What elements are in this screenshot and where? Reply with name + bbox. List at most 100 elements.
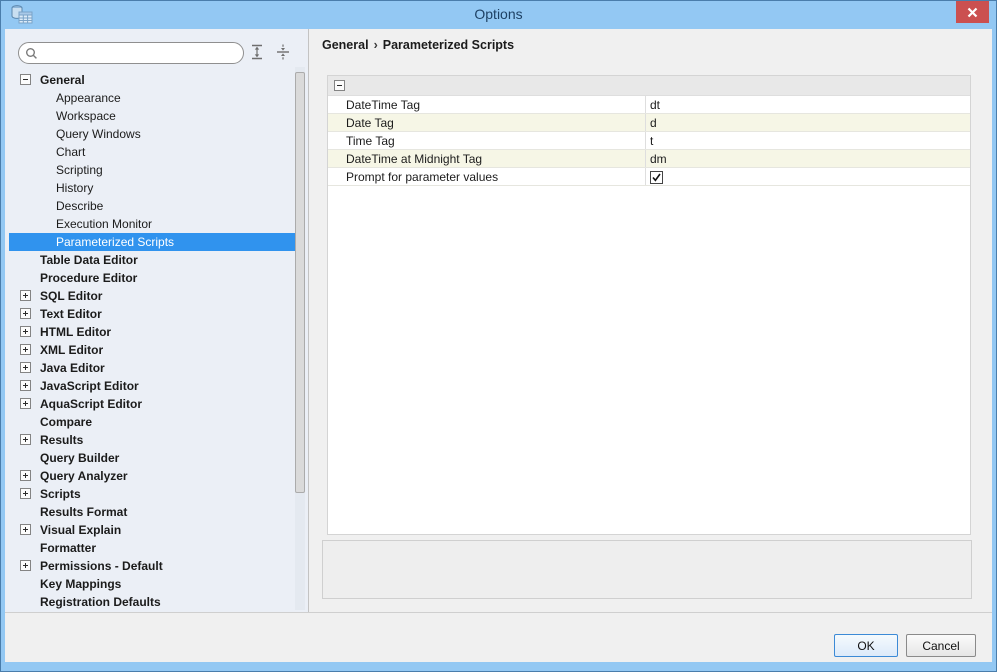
property-value[interactable]: dt bbox=[646, 96, 970, 113]
tree-item-scripts[interactable]: Scripts bbox=[9, 485, 296, 503]
breadcrumb-item: Parameterized Scripts bbox=[382, 38, 515, 52]
tree-item-formatter[interactable]: Formatter bbox=[9, 539, 296, 557]
minus-expander-icon[interactable] bbox=[334, 80, 345, 91]
tree-item-describe[interactable]: Describe bbox=[9, 197, 296, 215]
property-name: Time Tag bbox=[328, 132, 646, 149]
tree-item-label: Appearance bbox=[56, 91, 121, 105]
tree-item-results[interactable]: Results bbox=[9, 431, 296, 449]
plus-expander-icon[interactable] bbox=[20, 308, 31, 319]
tree-item-label: Text Editor bbox=[40, 307, 102, 321]
tree-item-query-windows[interactable]: Query Windows bbox=[9, 125, 296, 143]
cancel-button[interactable]: Cancel bbox=[906, 634, 976, 657]
tree-item-label: SQL Editor bbox=[40, 289, 103, 303]
tree-item-text-editor[interactable]: Text Editor bbox=[9, 305, 296, 323]
tree-item-label: Formatter bbox=[40, 541, 97, 555]
table-row: DateTime at Midnight Tag dm bbox=[328, 150, 970, 168]
collapse-all-icon[interactable] bbox=[274, 43, 292, 61]
tree-item-execution-monitor[interactable]: Execution Monitor bbox=[9, 215, 296, 233]
plus-expander-icon[interactable] bbox=[20, 362, 31, 373]
plus-expander-icon[interactable] bbox=[20, 488, 31, 499]
plus-expander-icon[interactable] bbox=[20, 398, 31, 409]
plus-expander-icon[interactable] bbox=[20, 290, 31, 301]
tree-item-label: Parameterized Scripts bbox=[56, 235, 175, 249]
tree-item-general[interactable]: General bbox=[9, 71, 296, 89]
tree-item-label: General bbox=[40, 73, 85, 87]
options-content: General › Parameterized Scripts DateTime T… bbox=[310, 29, 992, 612]
tree-item-appearance[interactable]: Appearance bbox=[9, 89, 296, 107]
minus-expander-icon[interactable] bbox=[20, 74, 31, 85]
tree-item-label: Visual Explain bbox=[40, 523, 122, 537]
plus-expander-icon[interactable] bbox=[20, 560, 31, 571]
property-value[interactable]: d bbox=[646, 114, 970, 131]
plus-expander-icon[interactable] bbox=[20, 470, 31, 481]
tree-item-permissions-default[interactable]: Permissions - Default bbox=[9, 557, 296, 575]
tree-item-xml-editor[interactable]: XML Editor bbox=[9, 341, 296, 359]
plus-expander-icon[interactable] bbox=[20, 434, 31, 445]
property-value[interactable]: dm bbox=[646, 150, 970, 167]
options-sidebar: General Appearance Workspace Query Windows C… bbox=[5, 29, 309, 612]
dialog-footer: OK Cancel bbox=[5, 612, 992, 662]
property-group-header bbox=[328, 76, 970, 96]
tree-item-registration-defaults[interactable]: Registration Defaults bbox=[9, 593, 296, 611]
tree-item-label: Workspace bbox=[56, 109, 116, 123]
tree-item-label: Query Windows bbox=[56, 127, 141, 141]
search-input[interactable] bbox=[43, 45, 233, 61]
tree-item-label: Compare bbox=[40, 415, 93, 429]
tree-item-visual-explain[interactable]: Visual Explain bbox=[9, 521, 296, 539]
tree-item-html-editor[interactable]: HTML Editor bbox=[9, 323, 296, 341]
tree-item-parameterized-scripts[interactable]: Parameterized Scripts bbox=[9, 233, 296, 251]
property-rows: DateTime Tag dt Date Tag d Time Tag t DateTime… bbox=[328, 96, 970, 186]
tree-item-java-editor[interactable]: Java Editor bbox=[9, 359, 296, 377]
prompt-checkbox[interactable] bbox=[650, 170, 663, 184]
tree-item-key-mappings[interactable]: Key Mappings bbox=[9, 575, 296, 593]
title-bar[interactable]: Options bbox=[1, 1, 996, 29]
tree-item-chart[interactable]: Chart bbox=[9, 143, 296, 161]
table-row: Date Tag d bbox=[328, 114, 970, 132]
ok-button[interactable]: OK bbox=[834, 634, 898, 657]
property-name: Prompt for parameter values bbox=[328, 168, 646, 185]
options-tree: General Appearance Workspace Query Windows C… bbox=[5, 71, 308, 612]
expand-all-icon[interactable] bbox=[248, 43, 266, 61]
tree-item-aquascript-editor[interactable]: AquaScript Editor bbox=[9, 395, 296, 413]
tree-item-workspace[interactable]: Workspace bbox=[9, 107, 296, 125]
property-name: DateTime Tag bbox=[328, 96, 646, 113]
tree-item-label: HTML Editor bbox=[40, 325, 112, 339]
table-row: Prompt for parameter values bbox=[328, 168, 970, 186]
tree-item-label: Results Format bbox=[40, 505, 128, 519]
tree-item-label: Table Data Editor bbox=[40, 253, 138, 267]
tree-item-label: Java Editor bbox=[40, 361, 105, 375]
plus-expander-icon[interactable] bbox=[20, 344, 31, 355]
breadcrumb-separator: › bbox=[373, 38, 378, 52]
tree-item-sql-editor[interactable]: SQL Editor bbox=[9, 287, 296, 305]
tree-item-query-analyzer[interactable]: Query Analyzer bbox=[9, 467, 296, 485]
plus-expander-icon[interactable] bbox=[20, 524, 31, 535]
property-grid: DateTime Tag dt Date Tag d Time Tag t DateTime… bbox=[327, 75, 971, 535]
dialog-body: General Appearance Workspace Query Windows C… bbox=[5, 29, 992, 662]
options-dialog: Options General Appearance Workspace Que… bbox=[0, 0, 997, 672]
tree-item-table-data-editor[interactable]: Table Data Editor bbox=[9, 251, 296, 269]
plus-expander-icon[interactable] bbox=[20, 380, 31, 391]
plus-expander-icon[interactable] bbox=[20, 326, 31, 337]
tree-item-label: JavaScript Editor bbox=[40, 379, 139, 393]
tree-item-compare[interactable]: Compare bbox=[9, 413, 296, 431]
tree-item-label: Describe bbox=[56, 199, 104, 213]
scrollbar-thumb[interactable] bbox=[295, 72, 305, 493]
tree-item-label: Scripts bbox=[40, 487, 81, 501]
tree-item-procedure-editor[interactable]: Procedure Editor bbox=[9, 269, 296, 287]
tree-item-results-format[interactable]: Results Format bbox=[9, 503, 296, 521]
search-icon bbox=[25, 47, 38, 65]
tree-item-scripting[interactable]: Scripting bbox=[9, 161, 296, 179]
property-value[interactable] bbox=[646, 168, 970, 185]
close-button[interactable] bbox=[956, 1, 989, 23]
tree-item-label: Procedure Editor bbox=[40, 271, 138, 285]
tree-item-javascript-editor[interactable]: JavaScript Editor bbox=[9, 377, 296, 395]
tree-item-history[interactable]: History bbox=[9, 179, 296, 197]
table-row: DateTime Tag dt bbox=[328, 96, 970, 114]
sidebar-scrollbar[interactable] bbox=[295, 67, 305, 610]
table-row: Time Tag t bbox=[328, 132, 970, 150]
tree-item-query-builder[interactable]: Query Builder bbox=[9, 449, 296, 467]
tree-item-label: History bbox=[56, 181, 94, 195]
search-box[interactable] bbox=[18, 42, 244, 64]
window-title: Options bbox=[474, 6, 523, 22]
property-value[interactable]: t bbox=[646, 132, 970, 149]
